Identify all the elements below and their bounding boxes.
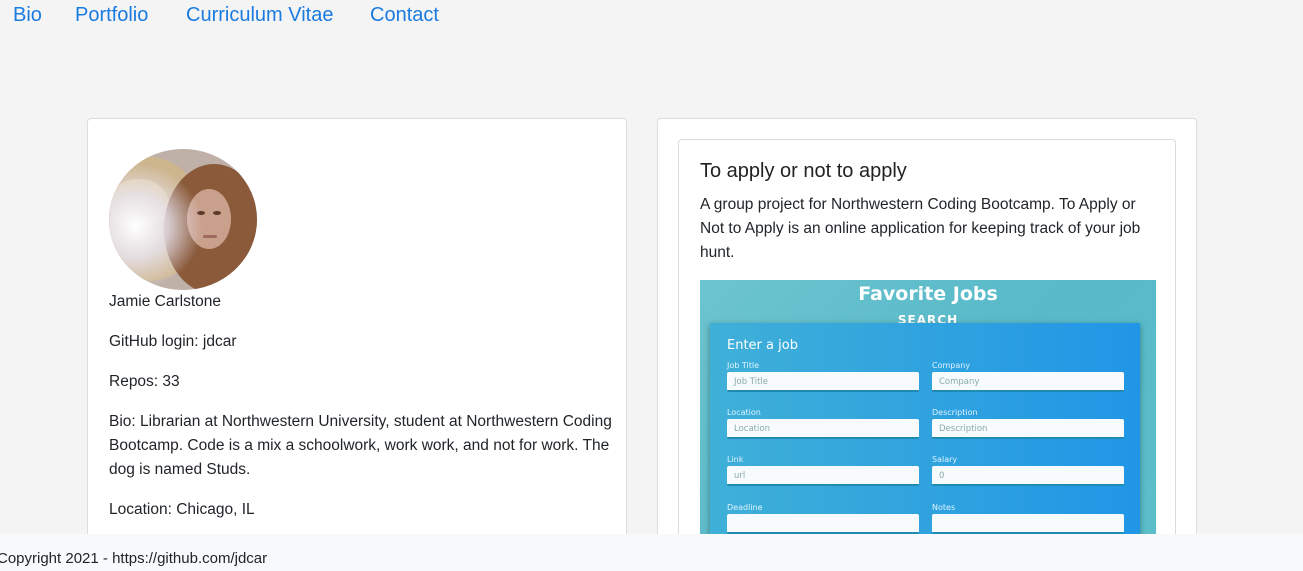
nav-link-contact[interactable]: Contact <box>370 4 439 27</box>
field-label: Location <box>727 408 761 417</box>
github-login: GitHub login: jdcar <box>109 333 237 350</box>
field-input <box>727 514 919 534</box>
project-screenshot[interactable]: Favorite Jobs SEARCH Enter a job Job Tit… <box>700 280 1156 558</box>
field-input: url <box>727 466 919 486</box>
location-text: Location: Chicago, IL <box>109 501 255 518</box>
portfolio-card: To apply or not to apply A group project… <box>657 118 1197 559</box>
nav-link-curriculum-vitae[interactable]: Curriculum Vitae <box>186 4 333 27</box>
footer: Copyright 2021 - https://github.com/jdca… <box>0 534 1303 571</box>
field-input: Description <box>932 419 1124 439</box>
project-card[interactable]: To apply or not to apply A group project… <box>678 139 1176 559</box>
field-label: Deadline <box>727 503 763 512</box>
form-heading: Enter a job <box>727 338 798 353</box>
project-description: A group project for Northwestern Coding … <box>700 196 1141 261</box>
repos-count: Repos: 33 <box>109 373 180 390</box>
project-title[interactable]: To apply or not to apply <box>700 160 907 183</box>
field-label: Salary <box>932 455 958 464</box>
field-label: Link <box>727 455 744 464</box>
nav-link-portfolio[interactable]: Portfolio <box>75 4 148 27</box>
field-label: Job Title <box>727 361 760 370</box>
field-label: Notes <box>932 503 956 512</box>
screenshot-title: Favorite Jobs <box>858 283 998 305</box>
screenshot-job-form: Enter a job Job Title Job Title Company … <box>710 323 1140 558</box>
footer-copyright: Copyright 2021 - https://github.com/jdca… <box>0 550 268 567</box>
profile-name: Jamie Carlstone <box>109 293 221 310</box>
field-input: 0 <box>932 466 1124 486</box>
field-label: Description <box>932 408 978 417</box>
nav-link-bio[interactable]: Bio <box>13 4 42 27</box>
profile-photo <box>109 149 257 290</box>
field-input: Job Title <box>727 372 919 392</box>
field-input <box>932 514 1124 534</box>
field-input: Location <box>727 419 919 439</box>
field-label: Company <box>932 361 971 370</box>
bio-text: Bio: Librarian at Northwestern Universit… <box>109 413 612 478</box>
field-input: Company <box>932 372 1124 392</box>
avatar <box>109 149 257 290</box>
profile-card: Jamie Carlstone GitHub login: jdcar Repo… <box>87 118 627 558</box>
